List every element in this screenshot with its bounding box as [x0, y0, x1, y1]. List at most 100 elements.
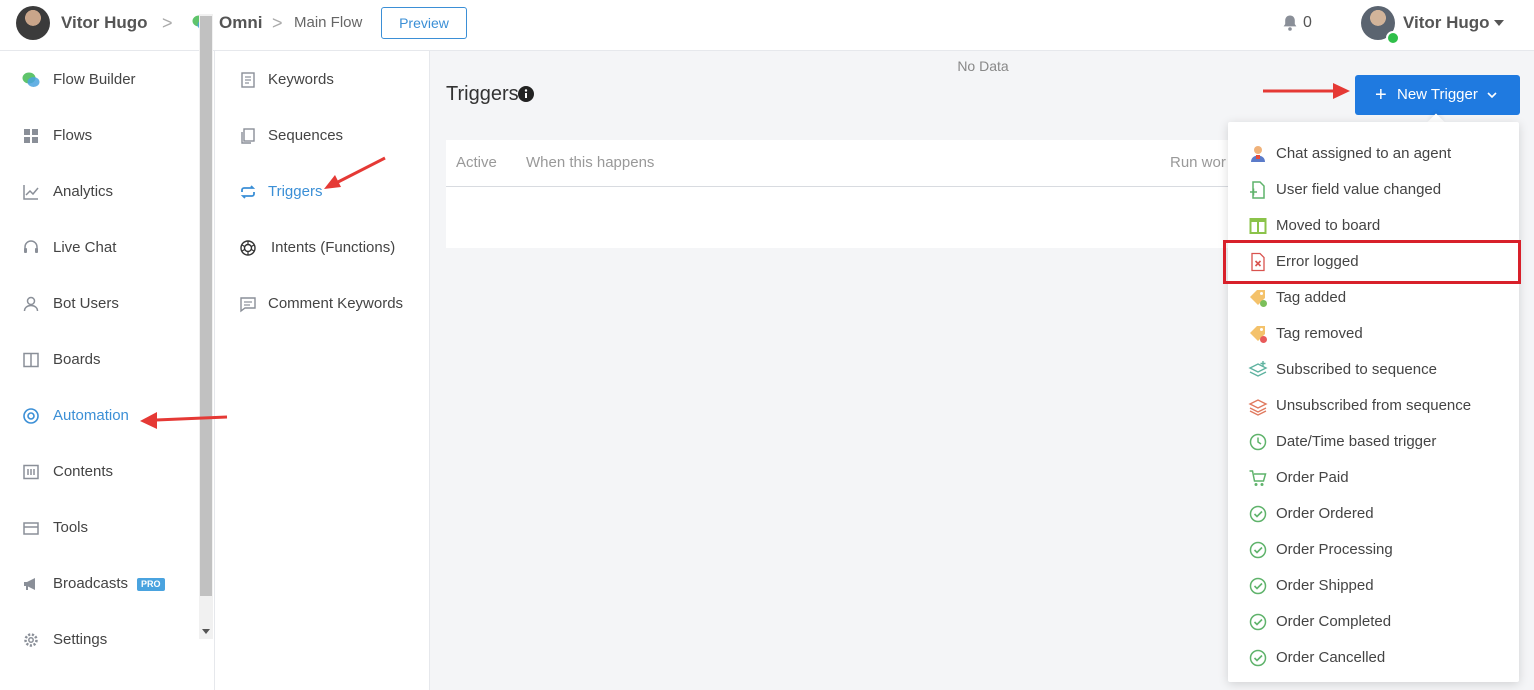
- sidebar-item-label: Broadcasts: [53, 575, 129, 592]
- sidebar-item-label: Boards: [53, 351, 101, 368]
- trigger-option-order-cancelled[interactable]: Order Cancelled: [1228, 640, 1519, 676]
- subnav-item-label: Intents (Functions): [271, 239, 396, 256]
- trigger-option-label: Subscribed to sequence: [1276, 361, 1437, 378]
- sidebar-item-flow-builder[interactable]: Flow Builder: [0, 60, 195, 100]
- trigger-option-label: Order Shipped: [1276, 577, 1374, 594]
- trigger-option-order-ordered[interactable]: Order Ordered: [1228, 496, 1519, 532]
- sidebar-item-broadcasts[interactable]: Broadcasts PRO: [0, 564, 195, 604]
- trigger-option-label: Order Completed: [1276, 613, 1392, 630]
- sidebar-item-settings[interactable]: Settings: [0, 620, 195, 660]
- new-trigger-label: New Trigger: [1397, 86, 1478, 103]
- subnav-item-keywords[interactable]: Keywords: [215, 60, 429, 100]
- trigger-option-label: Date/Time based trigger: [1276, 433, 1437, 450]
- trigger-option-label: Tag added: [1276, 289, 1347, 306]
- chevron-down-icon: [1487, 92, 1497, 99]
- workspace-avatar[interactable]: [16, 6, 50, 40]
- breadcrumb-workspace[interactable]: Omni: [219, 0, 262, 46]
- trigger-option-order-processing[interactable]: Order Processing: [1228, 532, 1519, 568]
- subnav-item-comment-keywords[interactable]: Comment Keywords: [215, 284, 429, 324]
- tag-add-icon: [1250, 290, 1267, 307]
- sidebar-item-analytics[interactable]: Analytics: [0, 172, 195, 212]
- check-circle-icon: [1249, 613, 1267, 631]
- column-header-run: Run wor: [1170, 154, 1226, 171]
- trigger-option-tag-added[interactable]: Tag added: [1228, 280, 1519, 316]
- breadcrumb-separator: >: [272, 13, 283, 33]
- error-logged-highlight: [1223, 240, 1521, 284]
- notification-count: 0: [1303, 14, 1312, 31]
- trigger-option-label: Order Cancelled: [1276, 649, 1386, 666]
- online-status-indicator: [1386, 31, 1400, 45]
- trigger-option-label: User field value changed: [1276, 181, 1442, 198]
- empty-state-text: No Data: [957, 58, 1009, 74]
- comment-icon: [240, 297, 256, 313]
- sidebar-item-bot-users[interactable]: Bot Users: [0, 284, 195, 324]
- sidebar-item-label: Tools: [53, 519, 89, 536]
- trigger-option-moved-to-board[interactable]: Moved to board: [1228, 208, 1519, 244]
- trigger-option-subscribed-sequence[interactable]: Subscribed to sequence: [1228, 352, 1519, 388]
- sidebar-item-boards[interactable]: Boards: [0, 340, 195, 380]
- page-title: Triggers: [446, 83, 519, 105]
- sidebar-item-automation[interactable]: Automation: [0, 396, 195, 436]
- sidebar-item-live-chat[interactable]: Live Chat: [0, 228, 195, 268]
- breadcrumb-separator: >: [162, 13, 173, 33]
- arrow-to-new-trigger: [1263, 83, 1350, 99]
- trigger-option-order-completed[interactable]: Order Completed: [1228, 604, 1519, 640]
- subnav-item-label: Sequences: [268, 127, 344, 144]
- top-bar: Vitor Hugo > Omni > Main Flow Preview 0 …: [0, 0, 1534, 51]
- headset-icon: [24, 240, 38, 253]
- user-icon: [23, 296, 39, 312]
- bell-icon[interactable]: [1281, 14, 1299, 32]
- chart-icon: [23, 185, 39, 200]
- trigger-option-chat-assigned[interactable]: Chat assigned to an agent: [1228, 136, 1519, 172]
- info-icon[interactable]: [518, 86, 534, 102]
- cart-icon: [1249, 470, 1267, 486]
- board-icon: [23, 352, 39, 368]
- toolbox-icon: [23, 522, 39, 535]
- check-circle-icon: [1249, 541, 1267, 559]
- sidebar-item-flows[interactable]: Flows: [0, 116, 195, 156]
- table-header-divider: [446, 186, 1246, 187]
- sidebar-item-tools[interactable]: Tools: [0, 508, 195, 548]
- trigger-option-tag-removed[interactable]: Tag removed: [1228, 316, 1519, 352]
- content-icon: [23, 464, 39, 480]
- trigger-option-label: Chat assigned to an agent: [1276, 145, 1452, 162]
- trigger-option-label: Tag removed: [1276, 325, 1363, 342]
- subnav-item-sequences[interactable]: Sequences: [215, 116, 429, 156]
- sidebar-scrollbar-thumb[interactable]: [200, 16, 212, 596]
- caret-down-icon[interactable]: [1494, 20, 1504, 26]
- subnav-item-intents[interactable]: Intents (Functions): [215, 228, 429, 268]
- new-trigger-button[interactable]: + New Trigger: [1355, 75, 1520, 115]
- column-header-when: When this happens: [526, 154, 655, 171]
- sidebar-item-contents[interactable]: Contents: [0, 452, 195, 492]
- check-circle-icon: [1249, 577, 1267, 595]
- trigger-option-unsubscribed-sequence[interactable]: Unsubscribed from sequence: [1228, 388, 1519, 424]
- workspace-owner-name[interactable]: Vitor Hugo: [61, 0, 148, 46]
- trigger-option-label: Order Processing: [1276, 541, 1393, 558]
- sidebar-item-label: Flow Builder: [53, 71, 136, 88]
- clock-icon: [1249, 433, 1267, 451]
- breadcrumb-flow[interactable]: Main Flow: [294, 0, 362, 46]
- subnav-item-label: Comment Keywords: [268, 295, 404, 312]
- board-move-icon: [1249, 218, 1267, 234]
- trigger-option-datetime[interactable]: Date/Time based trigger: [1228, 424, 1519, 460]
- preview-button[interactable]: Preview: [381, 7, 467, 39]
- chat-bubbles-icon: [22, 72, 40, 87]
- subnav-item-label: Keywords: [268, 71, 334, 88]
- copy-icon: [241, 128, 255, 144]
- agent-icon: [1251, 146, 1265, 162]
- trigger-option-order-shipped[interactable]: Order Shipped: [1228, 568, 1519, 604]
- subnav-item-triggers[interactable]: Triggers: [215, 172, 429, 212]
- sidebar-item-label: Automation: [53, 407, 129, 424]
- grid-icon: [24, 129, 38, 143]
- scroll-down-arrow-icon[interactable]: [202, 629, 210, 634]
- sidebar-item-label: Flows: [53, 127, 93, 144]
- plus-icon: +: [1375, 84, 1387, 106]
- repeat-icon: [240, 185, 256, 199]
- trigger-option-order-paid[interactable]: Order Paid: [1228, 460, 1519, 496]
- trigger-option-user-field-changed[interactable]: User field value changed: [1228, 172, 1519, 208]
- triggers-table: Active When this happens Run wor: [446, 140, 1246, 248]
- account-name[interactable]: Vitor Hugo: [1403, 0, 1490, 46]
- trigger-option-label: Moved to board: [1276, 217, 1381, 234]
- sidebar-item-label: Analytics: [53, 183, 114, 200]
- openai-icon: [240, 240, 256, 256]
